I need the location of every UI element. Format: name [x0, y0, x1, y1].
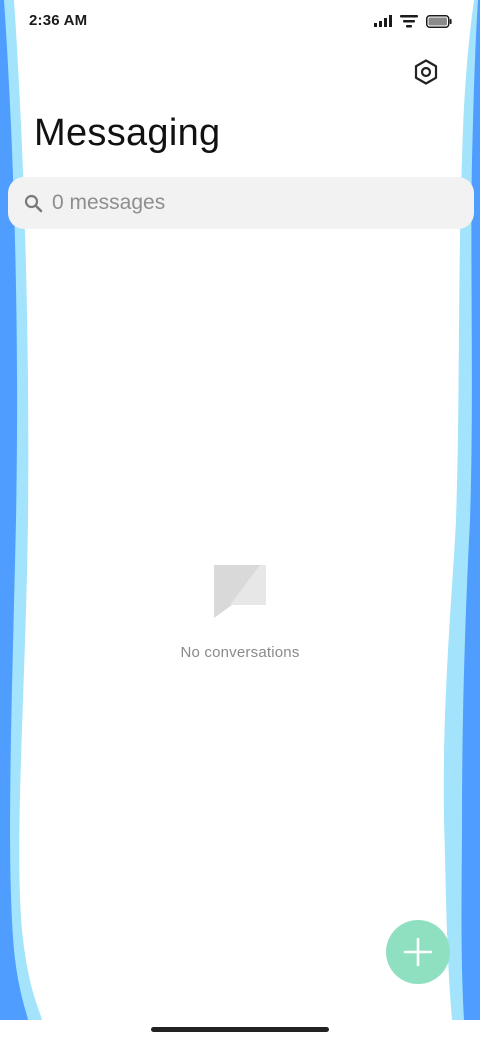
search-bar[interactable] [8, 177, 474, 229]
signal-icon [374, 15, 392, 27]
page-title: Messaging [34, 112, 221, 154]
battery-icon [426, 14, 452, 28]
chat-bubble-icon [214, 565, 266, 618]
right-edge-dark [461, 0, 480, 1020]
search-icon [24, 194, 43, 213]
status-bar: 2:36 AM [0, 0, 480, 44]
empty-state: No conversations [0, 560, 480, 661]
search-input[interactable] [52, 187, 452, 219]
right-edge-light [443, 0, 480, 1020]
settings-button[interactable] [408, 54, 444, 90]
new-conversation-button[interactable] [386, 920, 450, 984]
home-indicator[interactable] [151, 1027, 329, 1032]
messaging-screen: 2:36 AM Messaging 0 messages No conversa… [0, 0, 480, 1040]
settings-icon [414, 59, 438, 85]
left-edge-dark [0, 0, 28, 1020]
plus-icon [403, 937, 433, 967]
empty-state-text: No conversations [180, 644, 300, 661]
status-time: 2:36 AM [29, 12, 88, 29]
status-icons [374, 13, 452, 29]
wifi-icon [400, 14, 418, 27]
